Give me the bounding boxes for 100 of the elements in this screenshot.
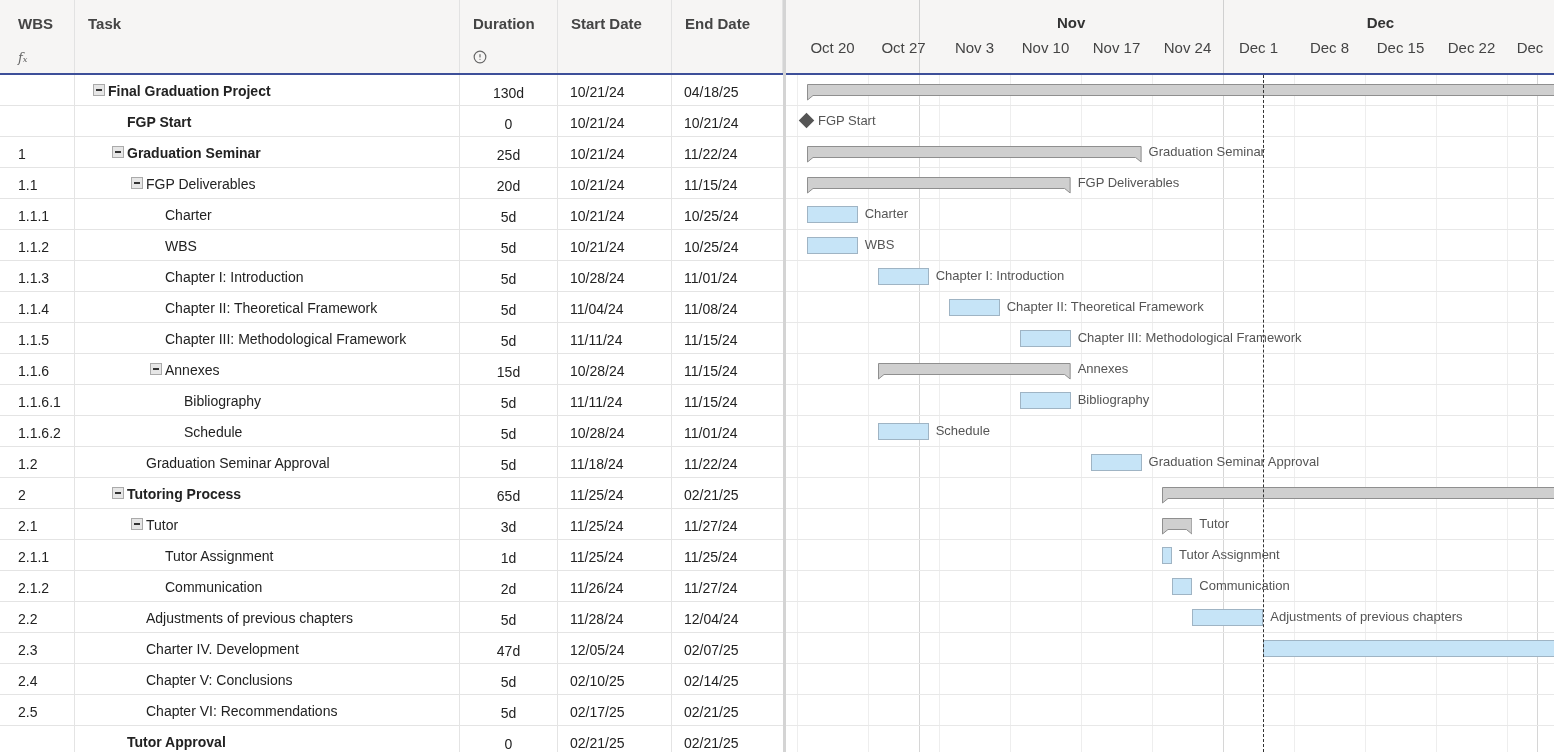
duration-cell: 5d	[460, 261, 558, 291]
start-date-cell: 11/26/24	[558, 571, 672, 601]
task-name[interactable]: Schedule	[184, 422, 243, 443]
start-date-cell: 10/21/24	[558, 168, 672, 198]
task-name[interactable]: Annexes	[165, 360, 220, 381]
task-bar[interactable]	[807, 237, 858, 254]
column-header[interactable]: Start Date	[558, 0, 672, 73]
task-bar[interactable]	[1090, 454, 1142, 471]
duration-cell: 5d	[460, 292, 558, 322]
collapse-toggle[interactable]	[131, 518, 143, 530]
column-header[interactable]: WBS 𝑓ₓ	[0, 0, 75, 73]
task-name[interactable]: Graduation Seminar Approval	[146, 453, 330, 474]
column-header[interactable]: Duration	[460, 0, 558, 73]
start-date-cell: 10/21/24	[558, 230, 672, 260]
task-bar[interactable]	[1019, 392, 1071, 409]
wbs-cell: 1.1	[18, 177, 38, 193]
wbs-cell: 1	[18, 146, 26, 162]
bar-label: Chapter III: Methodological Framework	[1077, 329, 1302, 347]
collapse-toggle[interactable]	[112, 146, 124, 158]
minus-icon	[115, 492, 121, 494]
task-bar[interactable]	[877, 423, 929, 440]
end-date-cell-text: 11/15/24	[683, 393, 739, 412]
end-date-cell-text: 02/14/25	[683, 672, 740, 691]
wbs-cell: 2.2	[18, 611, 38, 627]
duration-cell: 5d	[460, 199, 558, 229]
week-label: Dec 8	[1308, 38, 1351, 58]
task-name[interactable]: FGP Deliverables	[146, 174, 256, 195]
wbs-cell: 2.1.2	[18, 580, 50, 596]
task-name[interactable]: Bibliography	[184, 391, 262, 412]
minus-icon	[134, 182, 140, 184]
wbs-cell: 1.1.6.1	[18, 394, 61, 410]
task-bar[interactable]	[948, 299, 1000, 316]
week-label: Nov 24	[1162, 38, 1213, 58]
start-date-cell: 11/28/24	[558, 602, 672, 632]
bar-label: Communication	[1199, 577, 1290, 595]
month-label: Dec	[1365, 13, 1396, 33]
week-label: Dec 22	[1446, 38, 1497, 58]
wbs-cell: 2.1.1	[18, 549, 50, 565]
task-bar[interactable]	[877, 268, 929, 285]
end-date-cell-text: 11/08/24	[683, 300, 739, 319]
task-name[interactable]: Tutor Assignment	[165, 546, 274, 567]
wbs-cell: 1.1.3	[18, 270, 50, 286]
task-name[interactable]: Tutor Approval	[127, 732, 226, 752]
task-name[interactable]: Graduation Seminar	[127, 143, 261, 164]
task-name[interactable]: Tutoring Process	[127, 484, 242, 505]
task-name[interactable]: Tutor	[146, 515, 179, 536]
task-name[interactable]: Adjustments of previous chapters	[146, 608, 353, 629]
duration-cell: 47d	[460, 633, 558, 663]
collapse-toggle[interactable]	[150, 363, 162, 375]
bar-label: Bibliography	[1077, 391, 1150, 409]
task-name[interactable]: WBS	[165, 236, 197, 257]
formula-icon: 𝑓ₓ	[18, 47, 74, 67]
bar-label: Graduation Seminar Approval	[1148, 453, 1320, 471]
collapse-toggle[interactable]	[112, 487, 124, 499]
wbs-cell: 2	[18, 487, 26, 503]
start-date-cell: 10/21/24	[558, 106, 672, 136]
summary-bar[interactable]	[877, 363, 1071, 380]
wbs-cell: 1.1.2	[18, 239, 50, 255]
week-label: Dec 15	[1375, 38, 1426, 58]
task-name[interactable]: Communication	[165, 577, 263, 598]
task-name[interactable]: Chapter I: Introduction	[165, 267, 304, 288]
bar-label: FGP Start	[818, 112, 876, 130]
month-label: Nov	[1055, 13, 1087, 33]
end-date-cell-text: 02/21/25	[683, 734, 740, 752]
task-name[interactable]: Final Graduation Project	[108, 81, 271, 102]
column-header[interactable]: Task	[75, 0, 460, 73]
task-name[interactable]: Chapter III: Methodological Framework	[165, 329, 407, 350]
column-title: Task	[88, 14, 123, 34]
minus-icon	[96, 89, 102, 91]
task-bar[interactable]	[1161, 547, 1172, 564]
start-date-cell: 11/11/24	[558, 323, 672, 353]
end-date-cell-text: 11/27/24	[683, 517, 739, 536]
summary-bar[interactable]	[807, 177, 1071, 194]
task-name[interactable]: Charter IV. Development	[146, 639, 299, 660]
start-date-cell: 02/21/25	[558, 726, 672, 752]
summary-bar[interactable]	[807, 146, 1142, 163]
bar-label: Tutor Assignment	[1179, 546, 1280, 564]
task-name[interactable]: Chapter V: Conclusions	[146, 670, 293, 691]
task-bar[interactable]	[1172, 578, 1193, 595]
bar-label: Charter	[864, 205, 909, 223]
duration-cell: 3d	[460, 509, 558, 539]
summary-bar[interactable]	[1161, 518, 1193, 535]
task-name[interactable]: Chapter VI: Recommendations	[146, 701, 338, 722]
end-date-cell-text: 11/25/24	[683, 548, 739, 567]
end-date-cell-text: 11/15/24	[683, 362, 739, 381]
task-name[interactable]: FGP Start	[127, 112, 192, 133]
wbs-cell: 1.1.5	[18, 332, 50, 348]
start-date-cell: 11/25/24	[558, 478, 672, 508]
wbs-cell: 1.1.6.2	[18, 425, 61, 441]
duration-cell: 25d	[460, 137, 558, 167]
task-bar[interactable]	[1019, 330, 1071, 347]
duration-cell: 5d	[460, 416, 558, 446]
task-name[interactable]: Charter	[165, 205, 212, 226]
collapse-toggle[interactable]	[131, 177, 143, 189]
end-date-cell-text: 12/04/24	[683, 610, 740, 629]
task-bar[interactable]	[807, 206, 858, 223]
collapse-toggle[interactable]	[93, 84, 105, 96]
duration-cell: 20d	[460, 168, 558, 198]
task-bar[interactable]	[1192, 609, 1264, 626]
task-name[interactable]: Chapter II: Theoretical Framework	[165, 298, 378, 319]
